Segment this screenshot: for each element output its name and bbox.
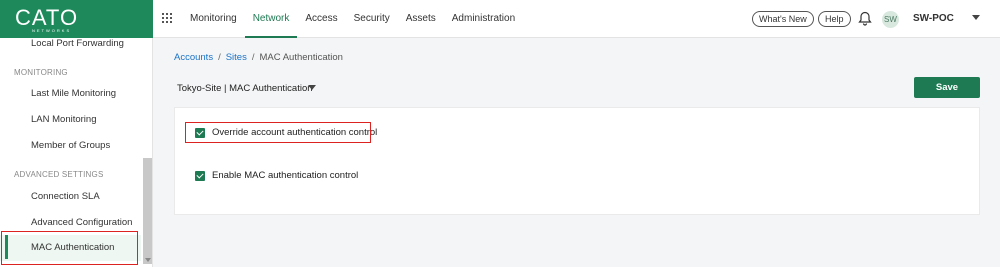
nav-assets[interactable]: Assets [398,0,444,38]
whats-new-button[interactable]: What's New [752,11,814,27]
breadcrumb-accounts[interactable]: Accounts [174,52,213,63]
scroll-down-icon[interactable] [145,258,151,262]
sidebar-item-lan-monitoring[interactable]: LAN Monitoring [0,107,141,133]
nav-security[interactable]: Security [346,0,398,38]
nav-access[interactable]: Access [297,0,345,38]
site-selector[interactable]: Tokyo-Site | MAC Authentication [177,83,313,94]
chevron-down-icon[interactable] [972,15,980,20]
highlight-box-override [185,122,371,143]
enable-mac-auth-checkbox[interactable] [195,170,205,181]
help-button[interactable]: Help [818,11,851,27]
nav-network[interactable]: Network [244,0,298,38]
avatar[interactable]: SW [882,11,899,28]
main-nav: Monitoring Network Access Security Asset… [182,0,523,38]
nav-administration[interactable]: Administration [444,0,523,38]
bell-icon[interactable] [858,11,872,26]
breadcrumb-current: MAC Authentication [259,52,343,63]
nav-monitoring[interactable]: Monitoring [182,0,245,38]
account-name[interactable]: SW-POC [913,13,954,24]
sidebar-section-advanced-settings: ADVANCED SETTINGS [14,170,104,179]
breadcrumb: Accounts / Sites / MAC Authentication [174,52,343,63]
breadcrumb-sites[interactable]: Sites [226,52,247,63]
save-button[interactable]: Save [914,77,980,98]
sidebar-item-connection-sla[interactable]: Connection SLA [0,184,141,210]
sidebar-scrollbar[interactable] [143,158,152,264]
enable-mac-auth-option[interactable]: Enable MAC authentication control [195,170,358,181]
sidebar-section-monitoring: MONITORING [14,68,68,77]
sidebar-item-member-of-groups[interactable]: Member of Groups [0,133,141,159]
site-selector-chevron-icon[interactable] [308,85,316,90]
sidebar-item-local-port-forwarding[interactable]: Local Port Forwarding [0,31,141,57]
top-bar: CATO NETWORKS Monitoring Network Access … [0,0,1000,38]
enable-mac-auth-label: Enable MAC authentication control [212,170,359,181]
sidebar-item-last-mile-monitoring[interactable]: Last Mile Monitoring [0,81,141,107]
highlight-box-sidebar [1,231,138,265]
apps-grid-icon[interactable] [162,13,172,23]
